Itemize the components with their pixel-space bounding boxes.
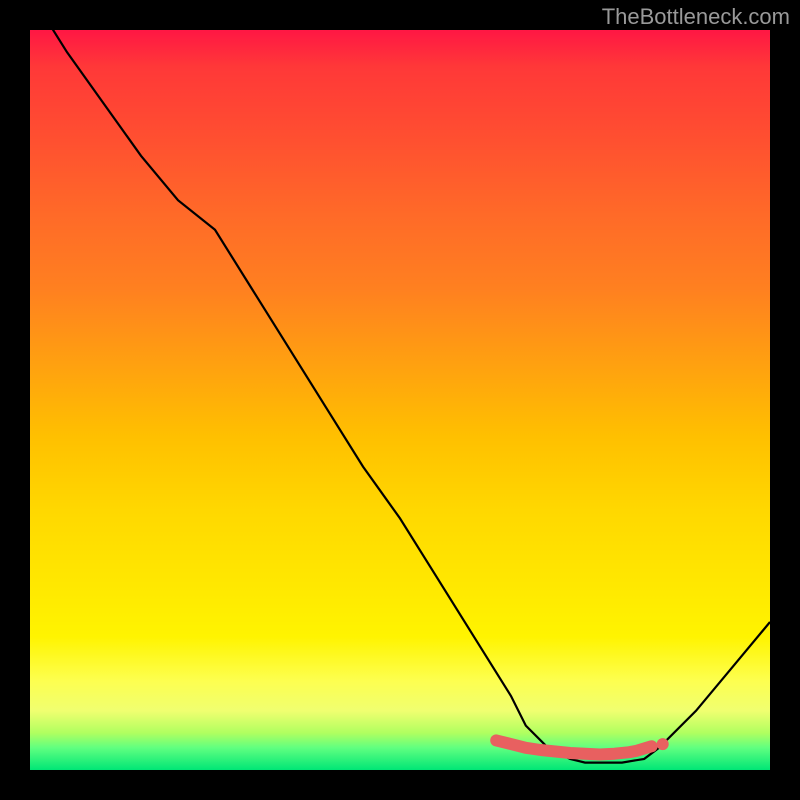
highlight-end-dot [657,738,669,750]
highlight-points [496,738,669,754]
bottleneck-curve [30,30,770,763]
highlight-stroke [496,740,651,754]
chart-area [30,30,770,770]
attribution-text: TheBottleneck.com [602,4,790,30]
curve-overlay [30,30,770,770]
